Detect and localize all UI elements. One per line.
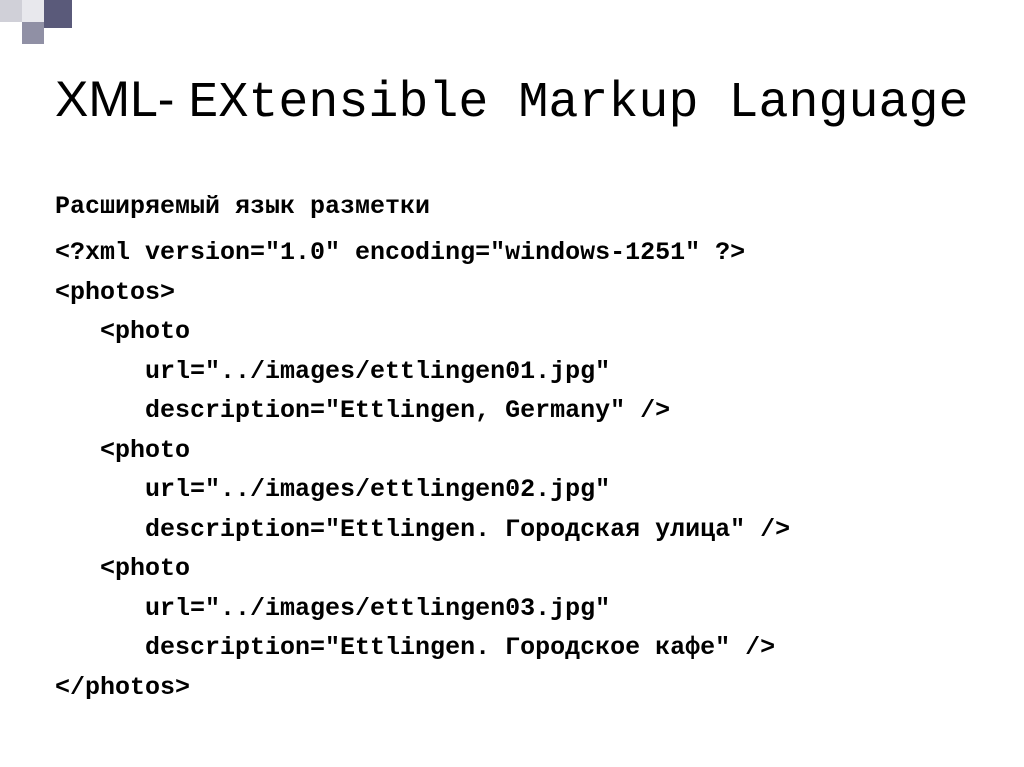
decoration-square (22, 22, 44, 44)
title-rest: EXtensible Markup Language (188, 75, 968, 132)
decoration-square (0, 0, 22, 22)
decoration-square (22, 0, 44, 22)
slide-content: XML- EXtensible Markup Language Расширяе… (0, 0, 1024, 707)
xml-code-block: <?xml version="1.0" encoding="windows-12… (55, 233, 974, 707)
slide-title: XML- EXtensible Markup Language (55, 70, 974, 132)
corner-decoration (0, 0, 90, 45)
decoration-square (44, 0, 72, 28)
title-prefix: XML- (55, 71, 188, 127)
slide-subtitle: Расширяемый язык разметки (55, 192, 974, 221)
